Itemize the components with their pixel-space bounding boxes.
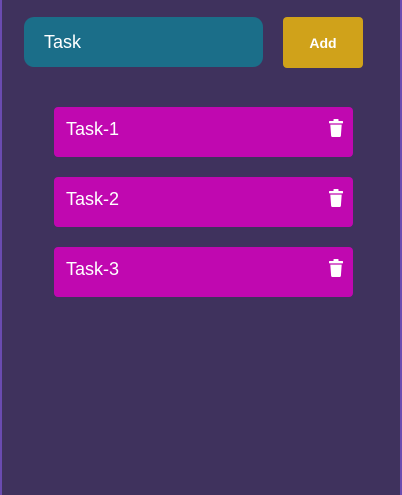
task-input[interactable]: [24, 17, 263, 67]
task-list: Task-1 Task-2 Task-3: [54, 107, 353, 317]
add-button[interactable]: Add: [283, 17, 363, 68]
trash-icon[interactable]: [329, 189, 343, 207]
task-label: Task-3: [66, 259, 120, 279]
trash-icon[interactable]: [329, 259, 343, 277]
task-label: Task-2: [66, 189, 120, 209]
task-label: Task-1: [66, 119, 120, 139]
task-item: Task-2: [54, 177, 353, 227]
task-item: Task-3: [54, 247, 353, 297]
trash-icon[interactable]: [329, 119, 343, 137]
task-item: Task-1: [54, 107, 353, 157]
